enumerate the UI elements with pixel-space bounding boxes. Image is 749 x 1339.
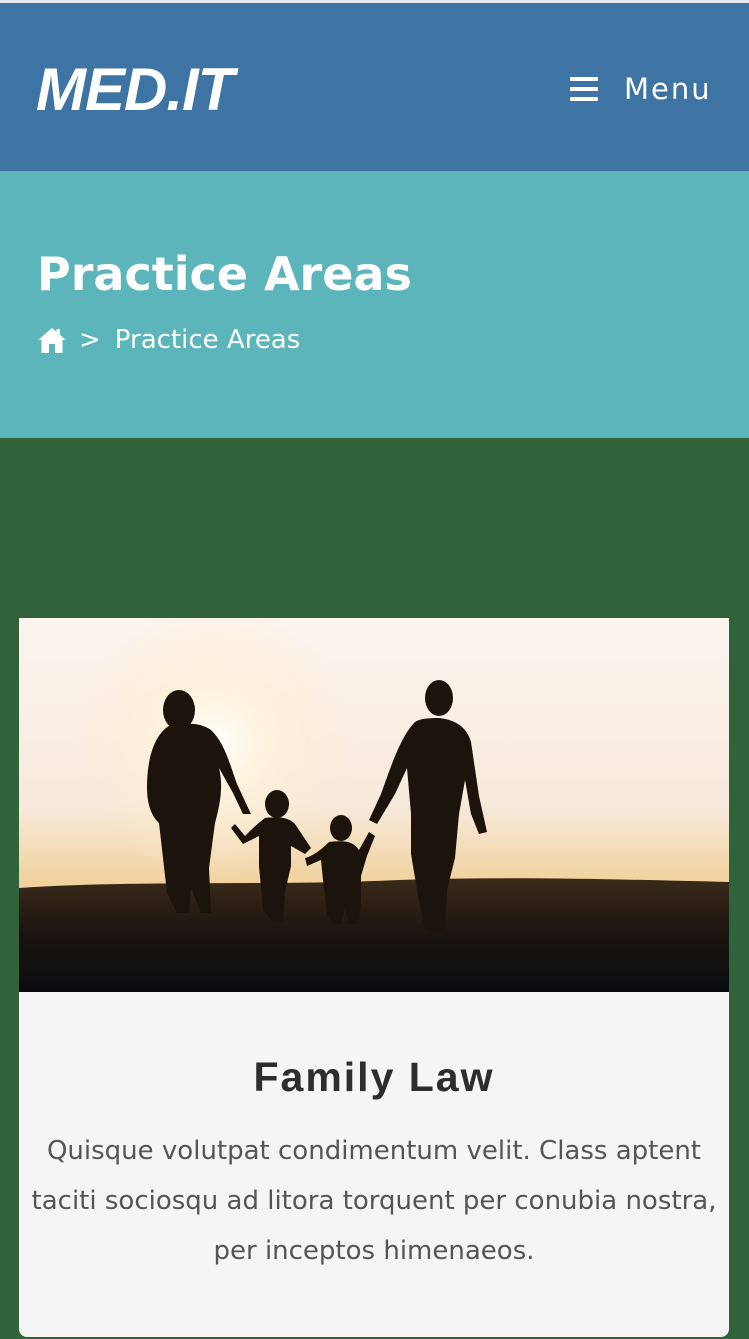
card-title[interactable]: Family Law [19,1052,729,1102]
home-icon[interactable] [37,326,67,354]
site-header: MED.IT Menu [0,3,749,171]
page-hero [0,171,749,438]
hamburger-menu-icon [570,77,598,101]
menu-label: Menu [624,72,712,106]
site-logo[interactable]: MED.IT [36,55,234,125]
family-silhouette-image [19,618,729,992]
page-title: Practice Areas [37,247,412,301]
breadcrumb: > Practice Areas [37,320,300,360]
practice-area-card[interactable]: Family Law Quisque volutpat condimentum … [19,618,729,1337]
menu-button[interactable]: Menu [566,65,726,113]
breadcrumb-current: Practice Areas [114,325,301,355]
breadcrumb-separator: > [79,325,101,355]
card-description: Quisque volutpat condimentum velit. Clas… [31,1136,717,1266]
